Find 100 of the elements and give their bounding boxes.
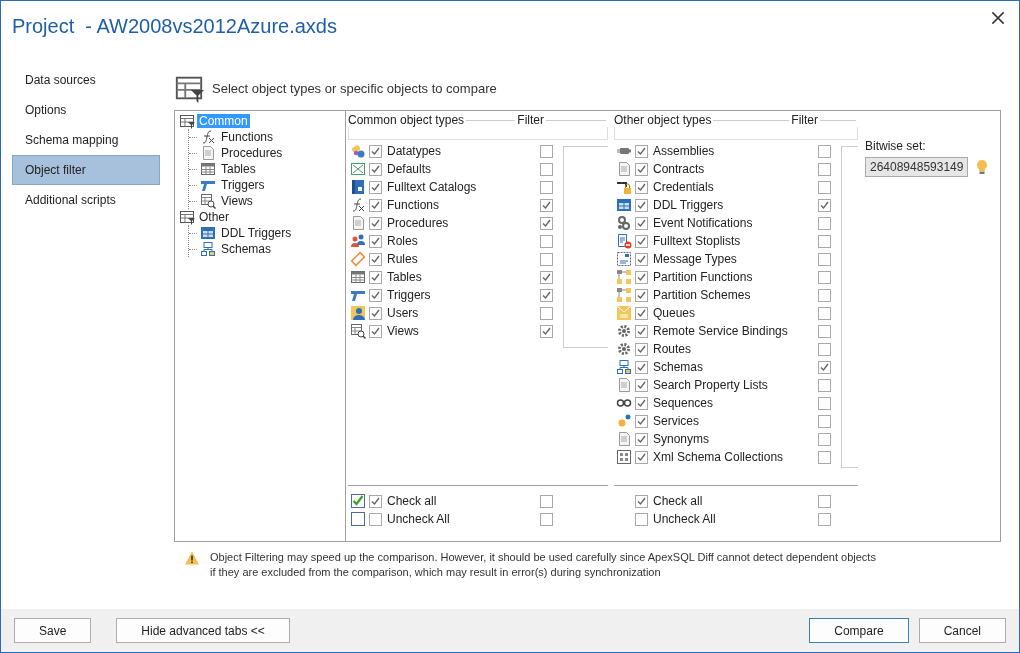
checkbox[interactable] <box>369 252 382 266</box>
sidebar-item[interactable]: Object filter <box>12 155 160 185</box>
checkbox[interactable] <box>635 512 648 526</box>
checkbox[interactable] <box>635 414 648 428</box>
checkbox[interactable] <box>540 144 553 158</box>
checkbox[interactable] <box>369 180 382 194</box>
tree-node[interactable]: Functions <box>219 130 276 144</box>
checkbox[interactable] <box>540 324 553 338</box>
checkbox[interactable] <box>540 252 553 266</box>
checkbox[interactable] <box>818 234 831 248</box>
object-type-label: Credentials <box>653 180 715 194</box>
checkbox[interactable] <box>635 396 648 410</box>
checkbox[interactable] <box>369 512 382 526</box>
checkbox[interactable] <box>635 360 648 374</box>
checkbox[interactable] <box>635 432 648 446</box>
checkbox[interactable] <box>540 270 553 284</box>
checkbox[interactable] <box>369 144 382 158</box>
checkbox[interactable] <box>635 180 648 194</box>
envelope-icon <box>616 305 632 321</box>
checkbox[interactable] <box>635 198 648 212</box>
checkbox[interactable] <box>369 198 382 212</box>
document-icon <box>616 431 632 447</box>
bitwise-field[interactable]: 26408948593149 <box>865 157 969 177</box>
object-type-label: Contracts <box>653 162 706 176</box>
tree-node[interactable]: Triggers <box>219 178 267 192</box>
checkbox[interactable] <box>369 234 382 248</box>
checkbox[interactable] <box>818 494 831 508</box>
footer-button[interactable]: Compare <box>809 618 909 643</box>
window-icon <box>200 225 216 241</box>
checkbox[interactable] <box>818 180 831 194</box>
checkbox[interactable] <box>369 288 382 302</box>
checkbox[interactable] <box>635 216 648 230</box>
checkbox[interactable] <box>818 324 831 338</box>
checkbox[interactable] <box>818 342 831 356</box>
close-button[interactable] <box>989 9 1007 27</box>
object-type-label: Schemas <box>653 360 705 374</box>
footer-button[interactable]: Save <box>14 618 92 643</box>
footer-button[interactable]: Cancel <box>918 618 1006 643</box>
tree-node[interactable]: DDL Triggers <box>219 226 294 240</box>
checkbox[interactable] <box>369 324 382 338</box>
checkbox[interactable] <box>635 450 648 464</box>
checkbox[interactable] <box>369 216 382 230</box>
sidebar-item[interactable]: Schema mapping <box>12 125 160 155</box>
checkbox[interactable] <box>635 324 648 338</box>
checkbox[interactable] <box>635 234 648 248</box>
checkbox[interactable] <box>818 306 831 320</box>
tag-icon <box>350 143 366 159</box>
tree-node[interactable]: Views <box>219 194 255 208</box>
checkbox[interactable] <box>635 378 648 392</box>
network-icon <box>616 359 632 375</box>
checkbox[interactable] <box>818 432 831 446</box>
tree-node[interactable]: Other <box>197 210 231 224</box>
object-type-label: Partition Functions <box>653 270 754 284</box>
checkbox[interactable] <box>818 198 831 212</box>
checkbox[interactable] <box>540 180 553 194</box>
tree-node[interactable]: Schemas <box>219 242 274 256</box>
object-type-label: Message Types <box>653 252 738 266</box>
checkbox[interactable] <box>818 216 831 230</box>
checkbox[interactable] <box>818 252 831 266</box>
check-all-icon <box>350 493 366 509</box>
checkbox[interactable] <box>635 494 648 508</box>
checkbox[interactable] <box>540 494 553 508</box>
checkbox[interactable] <box>540 198 553 212</box>
checkbox[interactable] <box>540 306 553 320</box>
checkbox[interactable] <box>540 234 553 248</box>
sidebar-item[interactable]: Options <box>12 95 160 125</box>
sidebar-item[interactable]: Additional scripts <box>12 185 160 215</box>
checkbox[interactable] <box>818 162 831 176</box>
checkbox[interactable] <box>818 288 831 302</box>
checkbox[interactable] <box>369 306 382 320</box>
checkbox[interactable] <box>818 450 831 464</box>
checkbox[interactable] <box>369 270 382 284</box>
checkbox[interactable] <box>818 396 831 410</box>
checkbox[interactable] <box>540 162 553 176</box>
checkbox[interactable] <box>635 342 648 356</box>
checkbox[interactable] <box>818 414 831 428</box>
tree-node[interactable]: Tables <box>219 162 258 176</box>
checkbox[interactable] <box>818 360 831 374</box>
checkbox[interactable] <box>818 512 831 526</box>
sidebar-item[interactable]: Data sources <box>12 65 160 95</box>
checkbox[interactable] <box>818 270 831 284</box>
checkbox[interactable] <box>635 288 648 302</box>
checkbox[interactable] <box>818 144 831 158</box>
checkbox[interactable] <box>635 162 648 176</box>
checkbox[interactable] <box>635 270 648 284</box>
footer-button[interactable]: Hide advanced tabs << <box>116 618 290 643</box>
checkbox[interactable] <box>635 306 648 320</box>
checkbox[interactable] <box>369 162 382 176</box>
function-icon <box>350 197 366 213</box>
checkbox[interactable] <box>635 252 648 266</box>
checkbox[interactable] <box>818 378 831 392</box>
checkbox[interactable] <box>540 216 553 230</box>
tree-node[interactable]: Procedures <box>219 146 285 160</box>
checkbox[interactable] <box>540 288 553 302</box>
object-type-label: Sequences <box>653 396 715 410</box>
document-icon <box>200 145 216 161</box>
checkbox[interactable] <box>635 144 648 158</box>
checkbox[interactable] <box>540 512 553 526</box>
object-type-label: Uncheck All <box>653 512 717 526</box>
checkbox[interactable] <box>369 494 382 508</box>
